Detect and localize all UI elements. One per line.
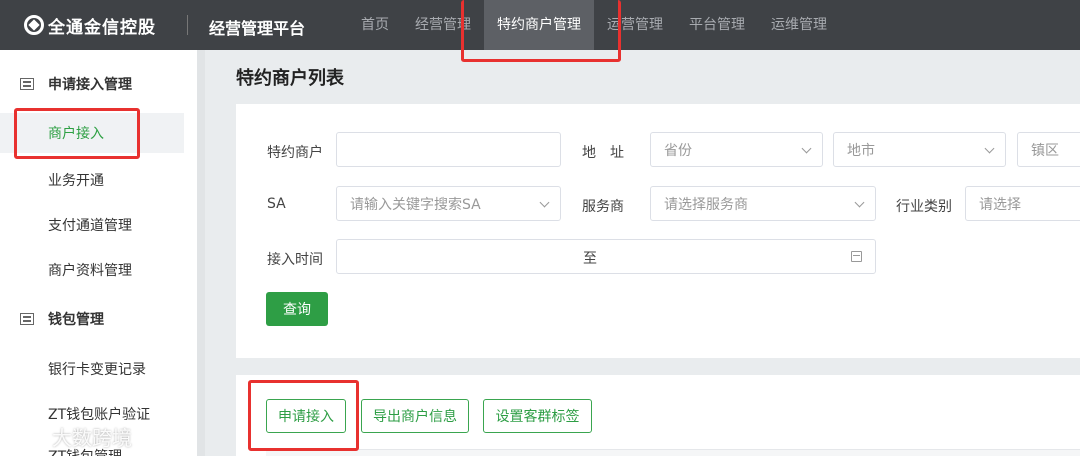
provider-placeholder: 请选择服务商 (664, 196, 748, 213)
export-merchant-button[interactable]: 导出商户信息 (361, 399, 469, 433)
range-separator: 至 (583, 251, 597, 267)
provider-label: 服务商 (582, 199, 624, 215)
highlight-apply-access (248, 380, 359, 451)
sidebar-item-bankcard-record[interactable]: 银行卡变更记录 (0, 349, 197, 389)
nav-home[interactable]: 首页 (348, 0, 402, 50)
sa-select[interactable]: 请输入关键字搜索SA (336, 186, 561, 221)
sa-label: SA (267, 196, 286, 212)
watermark: 大数跨境 (8, 422, 132, 451)
sidebar-group-label: 钱包管理 (48, 312, 104, 328)
nav-maintenance[interactable]: 运维管理 (758, 0, 840, 50)
calendar-icon[interactable] (851, 251, 862, 262)
sa-placeholder: 请输入关键字搜索SA (350, 196, 481, 213)
merchant-input[interactable] (336, 132, 561, 167)
industry-label: 行业类别 (896, 199, 952, 215)
chevron-down-icon (801, 143, 812, 154)
watermark-logo-icon (8, 425, 48, 448)
nav-platform[interactable]: 平台管理 (676, 0, 758, 50)
province-select[interactable]: 省份 (650, 132, 823, 167)
address-label: 地 址 (582, 145, 624, 161)
chevron-down-icon (984, 143, 995, 154)
brand-logo-icon (24, 15, 44, 35)
town-select[interactable]: 镇区 (1017, 132, 1080, 167)
sidebar-item-payment-channel[interactable]: 支付通道管理 (0, 205, 197, 245)
city-select[interactable]: 地市 (833, 132, 1006, 167)
header-divider (187, 15, 188, 35)
sidebar-item-business-open[interactable]: 业务开通 (0, 160, 197, 200)
page-title: 特约商户列表 (236, 68, 344, 89)
list-icon (20, 78, 34, 90)
chevron-down-icon (539, 197, 550, 208)
table-header (266, 449, 1080, 456)
watermark-text: 大数跨境 (52, 426, 132, 450)
sidebar-group-label: 申请接入管理 (48, 77, 132, 93)
sidebar-scrollbar[interactable] (197, 50, 205, 456)
access-time-label: 接入时间 (267, 252, 323, 268)
industry-placeholder: 请选择 (979, 196, 1021, 213)
town-placeholder: 镇区 (1031, 142, 1059, 159)
city-placeholder: 地市 (847, 142, 875, 159)
merchant-label: 特约商户 (267, 145, 323, 161)
province-placeholder: 省份 (664, 142, 692, 159)
brand-name: 全通金信控股 (48, 17, 156, 38)
set-tags-button[interactable]: 设置客群标签 (483, 399, 592, 433)
highlight-merchant-access (14, 108, 140, 159)
chevron-down-icon (854, 197, 865, 208)
platform-title: 经营管理平台 (209, 19, 306, 38)
sidebar-group-apply[interactable]: 申请接入管理 (0, 64, 197, 104)
query-button[interactable]: 查询 (266, 292, 328, 326)
sidebar-item-merchant-info[interactable]: 商户资料管理 (0, 250, 197, 290)
list-icon (20, 313, 34, 325)
brand-logo[interactable]: 全通金信控股 (24, 13, 156, 38)
access-time-range[interactable]: 至 (336, 239, 876, 274)
provider-select[interactable]: 请选择服务商 (650, 186, 876, 221)
highlight-nav-merchant (461, 0, 621, 62)
sidebar-group-wallet[interactable]: 钱包管理 (0, 299, 197, 339)
industry-select[interactable]: 请选择 (965, 186, 1080, 221)
